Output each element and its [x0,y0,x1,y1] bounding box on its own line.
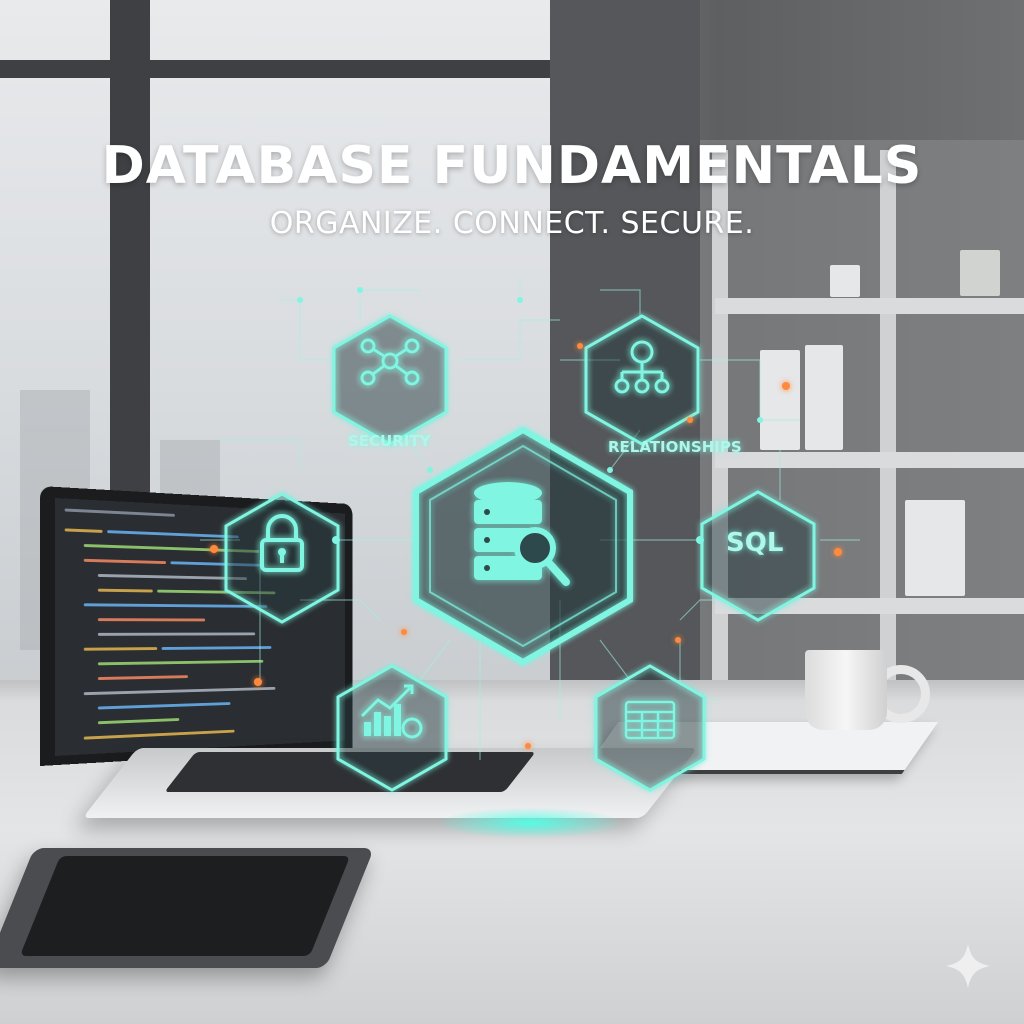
relationships-label: RELATIONSHIPS [608,438,742,456]
database-search-hexagon [416,430,630,662]
table-hexagon [596,666,704,790]
padlock-hexagon [226,494,338,622]
page-subtitle: ORGANIZE. CONNECT. SECURE. [0,206,1024,241]
page-title: DATABASE FUNDAMENTALS [0,136,1024,196]
sparkle-icon [946,944,990,988]
network-hexagon [334,316,446,444]
security-label: SECURITY [348,432,430,450]
scene: DATABASE FUNDAMENTALS ORGANIZE. CONNECT.… [0,0,1024,1024]
sql-icon: SQL [726,528,783,558]
hierarchy-hexagon [586,316,698,444]
chart-hexagon [338,666,446,790]
